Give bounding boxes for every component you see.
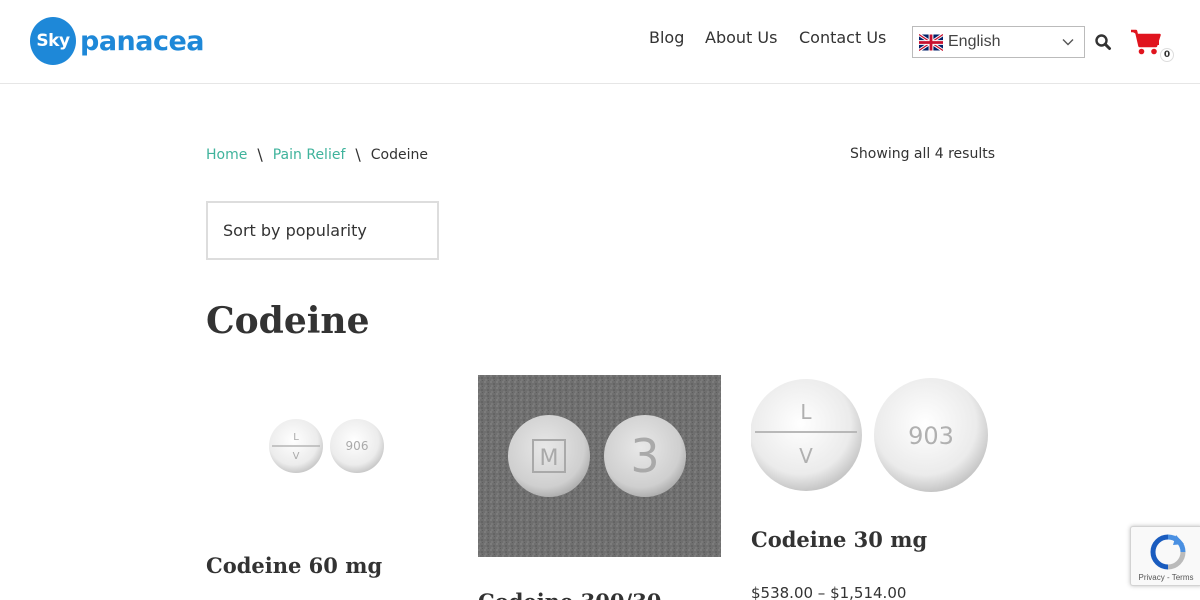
product-image[interactable]: L V 903 (751, 375, 994, 497)
svg-text:3: 3 (630, 429, 659, 483)
recaptcha-link-separator: - (1164, 573, 1172, 582)
site-header: Sky panacea Blog About Us Contact Us Eng… (0, 0, 1200, 84)
product-title[interactable]: Codeine 30 mg (751, 527, 927, 552)
svg-text:L: L (800, 400, 812, 424)
uk-flag-icon (919, 33, 943, 51)
sort-select[interactable]: Sort by popularity (206, 201, 439, 260)
product-card: L V 906 Codeine 60 mg (206, 375, 449, 600)
nav-about-us[interactable]: About Us (705, 28, 777, 47)
svg-text:M: M (540, 446, 559, 471)
svg-text:V: V (799, 444, 813, 468)
nav-blog[interactable]: Blog (649, 28, 684, 47)
product-image[interactable]: L V 906 (268, 415, 386, 479)
svg-text:903: 903 (908, 422, 954, 450)
svg-text:L: L (293, 432, 299, 443)
page-title: Codeine (206, 300, 370, 342)
recaptcha-links: Privacy - Terms (1131, 573, 1200, 582)
nav-contact-us[interactable]: Contact Us (799, 28, 886, 47)
language-label: English (948, 33, 1001, 50)
site-logo[interactable]: Sky panacea (30, 17, 205, 65)
product-image[interactable]: M 3 (478, 375, 721, 557)
breadcrumb-home[interactable]: Home (206, 147, 247, 163)
product-title[interactable]: Codeine 300/30 (478, 589, 661, 600)
breadcrumb-separator: \ (355, 145, 361, 164)
product-price: $538.00 – $1,514.00 (751, 584, 907, 600)
svg-text:V: V (293, 451, 300, 462)
logo-wordmark: panacea (80, 25, 205, 57)
svg-text:906: 906 (346, 439, 369, 453)
breadcrumb: Home \ Pain Relief \ Codeine (206, 145, 428, 164)
breadcrumb-separator: \ (257, 145, 263, 164)
recaptcha-privacy-link[interactable]: Privacy (1139, 573, 1165, 582)
recaptcha-badge[interactable]: Privacy - Terms (1130, 526, 1200, 586)
breadcrumb-pain-relief[interactable]: Pain Relief (273, 147, 346, 163)
cart-count-badge: 0 (1160, 48, 1174, 62)
breadcrumb-current: Codeine (370, 146, 428, 163)
recaptcha-terms-link[interactable]: Terms (1172, 573, 1194, 582)
search-icon[interactable] (1094, 33, 1112, 51)
product-card: M 3 Codeine 300/30 (478, 375, 721, 600)
chevron-down-icon (1062, 39, 1074, 46)
language-select[interactable]: English (912, 26, 1085, 58)
product-card: L V 903 Codeine 30 mg $538.00 – $1,514.0… (751, 375, 994, 600)
cart-icon[interactable] (1130, 28, 1162, 56)
recaptcha-icon (1150, 534, 1186, 570)
result-count: Showing all 4 results (850, 146, 995, 162)
logo-sky-badge: Sky (30, 17, 76, 65)
product-title[interactable]: Codeine 60 mg (206, 553, 382, 578)
